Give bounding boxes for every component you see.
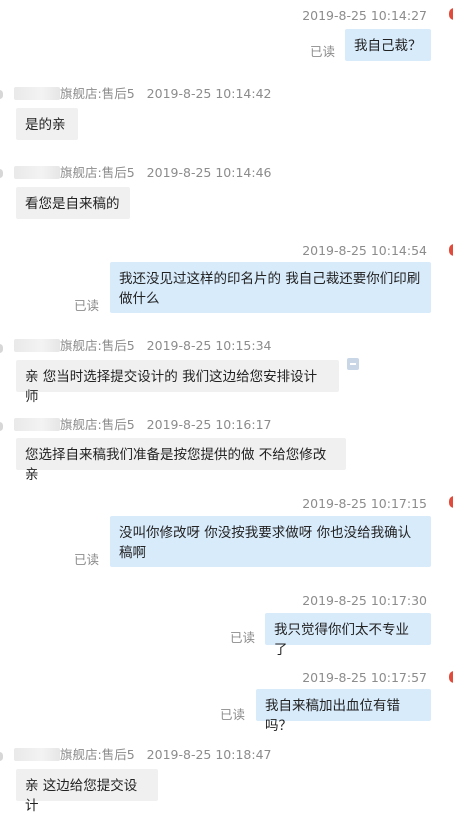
sender-name: 旗舰店:售后5 (60, 338, 135, 353)
read-status: 已读 (74, 552, 100, 567)
chat-message-outgoing: 2019-8-25 10:14:54 已读 我还没见过这样的印名片的 我自己裁还… (0, 236, 453, 326)
message-timestamp: 2019-8-25 10:14:54 (302, 243, 427, 258)
message-timestamp: 2019-8-25 10:14:27 (302, 8, 427, 23)
message-meta: 旗舰店:售后5 2019-8-25 10:14:42 (14, 86, 271, 102)
read-status: 已读 (220, 707, 246, 722)
message-meta: 旗舰店:售后5 2019-8-25 10:16:17 (14, 417, 271, 433)
chat-message-incoming: 旗舰店:售后5 2019-8-25 10:14:46 看您是自来稿的 (0, 157, 453, 229)
edit-icon[interactable] (347, 358, 359, 370)
chat-message-incoming: 旗舰店:售后5 2019-8-25 10:14:42 是的亲 (0, 78, 453, 150)
message-bubble[interactable]: 是的亲 (16, 108, 78, 140)
message-line: 稿啊 (119, 545, 146, 561)
avatar[interactable] (0, 752, 3, 761)
message-meta: 旗舰店:售后5 2019-8-25 10:15:34 (14, 338, 271, 354)
message-timestamp: 2019-8-25 10:15:34 (146, 338, 272, 353)
chat-message-incoming: 旗舰店:售后5 2019-8-25 10:18:47 亲 这边给您提交设计 (0, 740, 453, 814)
message-bubble[interactable]: 我还没见过这样的印名片的 我自己裁还要你们印刷 做什么 (110, 262, 431, 313)
message-timestamp: 2019-8-25 10:17:30 (302, 593, 427, 608)
chat-message-outgoing: 2019-8-25 10:17:15 已读 没叫你修改呀 你没按我要求做呀 你也… (0, 488, 453, 578)
sender-name: 旗舰店:售后5 (60, 165, 135, 180)
message-meta: 旗舰店:售后5 2019-8-25 10:18:47 (14, 747, 271, 763)
avatar[interactable] (0, 422, 3, 431)
chat-message-outgoing: 2019-8-25 10:17:30 已读 我只觉得你们太不专业了 (0, 586, 453, 658)
redacted-store-name (14, 339, 60, 352)
message-line: 没叫你修改呀 你没按我要求做呀 你也没给我确认 (119, 525, 412, 541)
redacted-store-name (14, 418, 60, 431)
message-timestamp: 2019-8-25 10:16:17 (146, 417, 272, 432)
redacted-store-name (14, 166, 60, 179)
message-bubble[interactable]: 我自来稿加出血位有错吗？ (256, 689, 431, 734)
message-line: 我还没见过这样的印名片的 我自己裁还要你们印刷 (119, 271, 421, 287)
message-timestamp: 2019-8-25 10:14:42 (146, 86, 272, 101)
avatar[interactable] (449, 496, 453, 508)
avatar[interactable] (0, 90, 3, 99)
message-timestamp: 2019-8-25 10:17:15 (302, 496, 427, 511)
chat-message-outgoing: 2019-8-25 10:14:27 已读 我自己裁？ (0, 0, 453, 70)
sender-name: 旗舰店:售后5 (60, 747, 135, 762)
avatar[interactable] (0, 169, 3, 178)
sender-name: 旗舰店:售后5 (60, 417, 135, 432)
message-bubble[interactable]: 我自己裁？ (345, 29, 431, 61)
message-bubble[interactable]: 我只觉得你们太不专业了 (265, 613, 431, 658)
message-meta: 旗舰店:售后5 2019-8-25 10:14:46 (14, 165, 271, 181)
avatar[interactable] (0, 344, 3, 353)
redacted-store-name (14, 748, 60, 761)
message-timestamp: 2019-8-25 10:14:46 (146, 165, 272, 180)
chat-message-incoming: 旗舰店:售后5 2019-8-25 10:16:17 您选择自来稿我们准备是按您提… (0, 410, 453, 483)
message-timestamp: 2019-8-25 10:18:47 (146, 747, 272, 762)
sender-name: 旗舰店:售后5 (60, 86, 135, 101)
avatar[interactable] (449, 244, 453, 256)
read-status: 已读 (74, 298, 100, 313)
message-timestamp: 2019-8-25 10:17:57 (302, 670, 427, 685)
message-bubble[interactable]: 亲 这边给您提交设计 (16, 769, 158, 814)
read-status: 已读 (230, 630, 256, 645)
avatar[interactable] (449, 8, 453, 20)
chat-message-incoming: 旗舰店:售后5 2019-8-25 10:15:34 亲 您当时选择提交设计的 我… (0, 332, 453, 405)
avatar[interactable] (449, 671, 453, 683)
read-status: 已读 (310, 44, 336, 59)
chat-message-outgoing: 2019-8-25 10:17:57 已读 我自来稿加出血位有错吗？ (0, 663, 453, 735)
message-bubble[interactable]: 没叫你修改呀 你没按我要求做呀 你也没给我确认 稿啊 (110, 516, 431, 567)
message-bubble[interactable]: 看您是自来稿的 (16, 187, 130, 219)
message-bubble[interactable]: 您选择自来稿我们准备是按您提供的做 不给您修改亲 (16, 438, 346, 483)
redacted-store-name (14, 87, 60, 100)
message-bubble[interactable]: 亲 您当时选择提交设计的 我们这边给您安排设计师 (16, 360, 339, 405)
message-line: 做什么 (119, 291, 160, 307)
